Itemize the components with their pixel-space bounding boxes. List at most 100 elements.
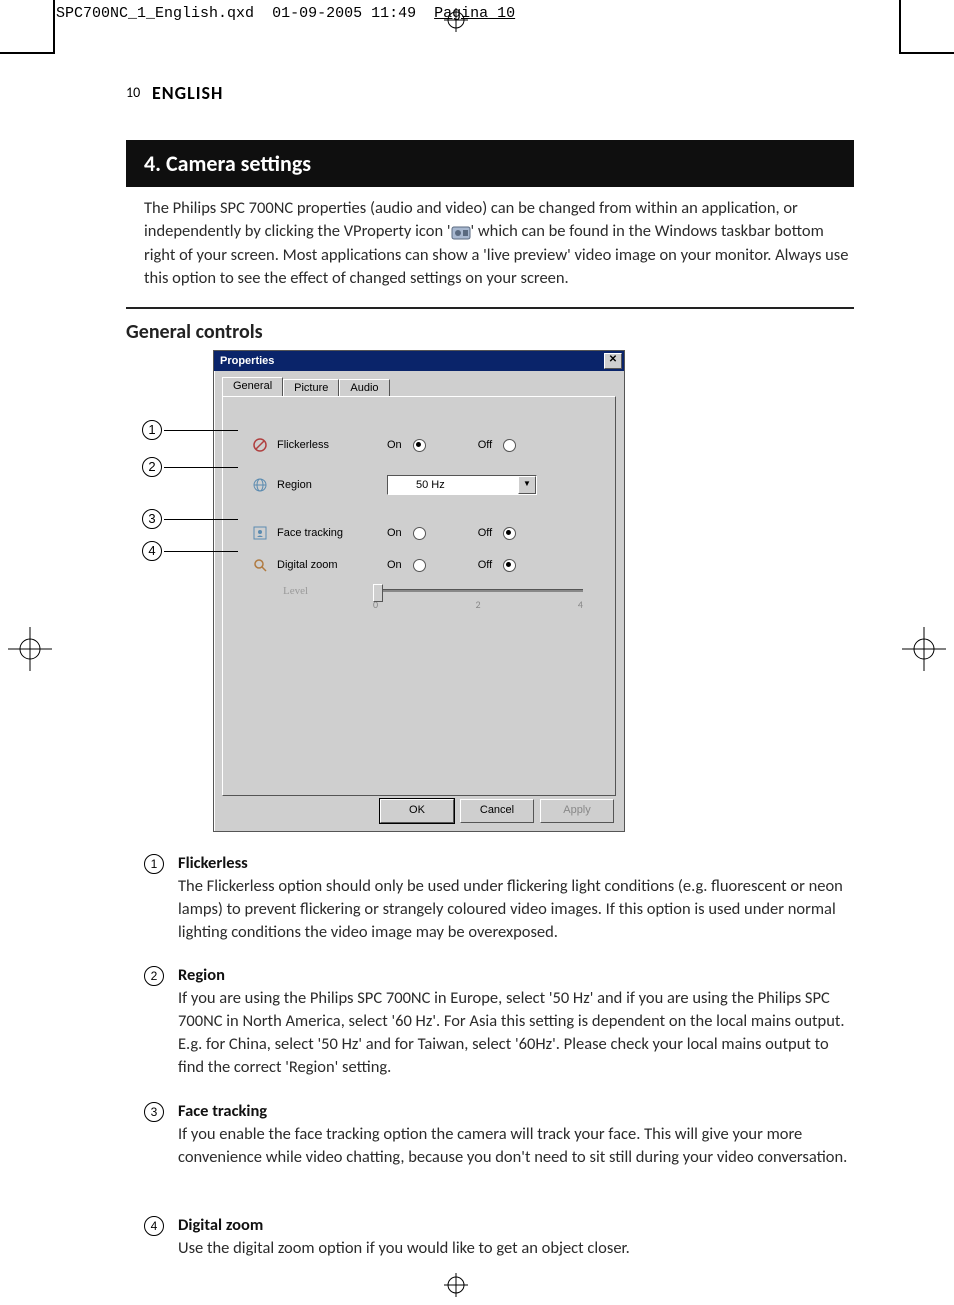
row-region: Region 50 Hz ▼ [243, 475, 603, 495]
tab-panel-general: Flickerless On Off Region 50 Hz ▼ [222, 396, 616, 796]
desc-title: Face tracking [178, 1100, 856, 1123]
leader-line [164, 430, 238, 431]
registration-mark-icon [902, 627, 946, 671]
flickerless-label: Flickerless [277, 439, 387, 451]
digital-zoom-label: Digital zoom [277, 559, 387, 571]
vproperty-icon [451, 221, 471, 244]
desc-title: Flickerless [178, 852, 856, 875]
crop-mark [899, 52, 954, 54]
radio-off-icon [503, 527, 516, 540]
chapter-title: 4. Camera settings [126, 140, 854, 187]
desc-num-3: 3 [144, 1102, 164, 1122]
desc-flickerless: Flickerless The Flickerless option shoul… [178, 852, 856, 944]
registration-mark-icon [8, 627, 52, 671]
desc-body: Use the digital zoom option if you would… [178, 1238, 630, 1258]
callout-1: 1 [142, 420, 162, 440]
radio-on-icon [413, 439, 426, 452]
zoom-on-radio[interactable]: On [387, 559, 426, 572]
apply-button[interactable]: Apply [540, 799, 614, 823]
slider-ticks: 0 2 4 [373, 598, 583, 611]
facetrack-on-radio[interactable]: On [387, 527, 426, 540]
registration-mark-icon [444, 1273, 468, 1297]
crop-mark [0, 52, 55, 54]
crop-mark [53, 0, 55, 54]
leader-line [164, 519, 238, 520]
dialog-button-row: OK Cancel Apply [380, 799, 614, 823]
desc-num-2: 2 [144, 966, 164, 986]
leader-line [164, 467, 238, 468]
flickerless-on-radio[interactable]: On [387, 439, 426, 452]
chevron-down-icon: ▼ [518, 476, 536, 494]
tab-label: General [233, 380, 272, 392]
flicker-icon [243, 437, 277, 453]
desc-num-1: 1 [144, 854, 164, 874]
tab-label: Audio [350, 382, 378, 394]
tab-audio[interactable]: Audio [339, 379, 389, 396]
intro-paragraph: The Philips SPC 700NC properties (audio … [144, 197, 854, 290]
radio-label: Off [478, 439, 492, 451]
radio-on-icon [413, 559, 426, 572]
desc-body: If you are using the Philips SPC 700NC i… [178, 988, 845, 1077]
tick-label: 4 [578, 598, 583, 611]
face-tracking-icon [243, 525, 277, 541]
close-icon[interactable]: ✕ [604, 353, 622, 369]
zoom-off-radio[interactable]: Off [478, 559, 517, 572]
callout-4: 4 [142, 541, 162, 561]
properties-dialog: Properties ✕ General Picture Audio Flick… [213, 350, 625, 832]
tab-general[interactable]: General [222, 377, 283, 396]
header-pagina: Pagina 10 [434, 5, 515, 22]
tab-label: Picture [294, 382, 328, 394]
flickerless-off-radio[interactable]: Off [478, 439, 517, 452]
tick-label: 2 [475, 598, 480, 611]
button-label: OK [409, 804, 425, 816]
desc-digital-zoom: Digital zoom Use the digital zoom option… [178, 1214, 856, 1260]
desc-num-4: 4 [144, 1216, 164, 1236]
radio-on-icon [413, 527, 426, 540]
crop-mark [899, 0, 901, 54]
header-timestamp: 01-09-2005 11:49 [272, 5, 416, 22]
ok-button[interactable]: OK [380, 799, 454, 823]
leader-line [164, 551, 238, 552]
radio-label: On [387, 527, 402, 539]
magnifier-icon [243, 557, 277, 573]
tab-picture[interactable]: Picture [283, 379, 339, 396]
radio-label: Off [478, 559, 492, 571]
dropdown-value: 50 Hz [416, 479, 445, 491]
radio-label: On [387, 439, 402, 451]
level-label: Level [283, 585, 308, 597]
language-label: ENGLISH [152, 82, 223, 104]
row-digital-zoom: Digital zoom On Off [243, 557, 603, 573]
radio-off-icon [503, 559, 516, 572]
desc-face-tracking: Face tracking If you enable the face tra… [178, 1100, 856, 1169]
tab-strip: General Picture Audio [222, 377, 616, 396]
desc-region: Region If you are using the Philips SPC … [178, 964, 856, 1079]
horizontal-rule [126, 307, 854, 309]
face-tracking-label: Face tracking [277, 527, 387, 539]
slider-thumb[interactable] [373, 584, 383, 602]
desc-title: Region [178, 964, 856, 987]
radio-label: On [387, 559, 402, 571]
page-number: 10 [126, 84, 140, 101]
facetrack-off-radio[interactable]: Off [478, 527, 517, 540]
dialog-titlebar[interactable]: Properties ✕ [214, 351, 624, 371]
region-dropdown[interactable]: 50 Hz ▼ [387, 475, 537, 495]
radio-off-icon [503, 439, 516, 452]
dialog-title: Properties [220, 355, 274, 367]
callout-2: 2 [142, 457, 162, 477]
globe-icon [243, 477, 277, 493]
print-header: SPC700NC_1_English.qxd 01-09-2005 11:49 … [56, 5, 515, 22]
region-label: Region [277, 479, 387, 491]
header-filename: SPC700NC_1_English.qxd [56, 5, 254, 22]
desc-title: Digital zoom [178, 1214, 856, 1237]
row-flickerless: Flickerless On Off [243, 437, 603, 453]
radio-label: Off [478, 527, 492, 539]
level-slider[interactable]: 0 2 4 [373, 589, 583, 611]
section-subheading: General controls [126, 320, 263, 344]
desc-body: The Flickerless option should only be us… [178, 876, 843, 942]
desc-body: If you enable the face tracking option t… [178, 1124, 847, 1167]
button-label: Apply [563, 804, 591, 816]
button-label: Cancel [480, 804, 514, 816]
callout-3: 3 [142, 509, 162, 529]
row-face-tracking: Face tracking On Off [243, 525, 603, 541]
cancel-button[interactable]: Cancel [460, 799, 534, 823]
